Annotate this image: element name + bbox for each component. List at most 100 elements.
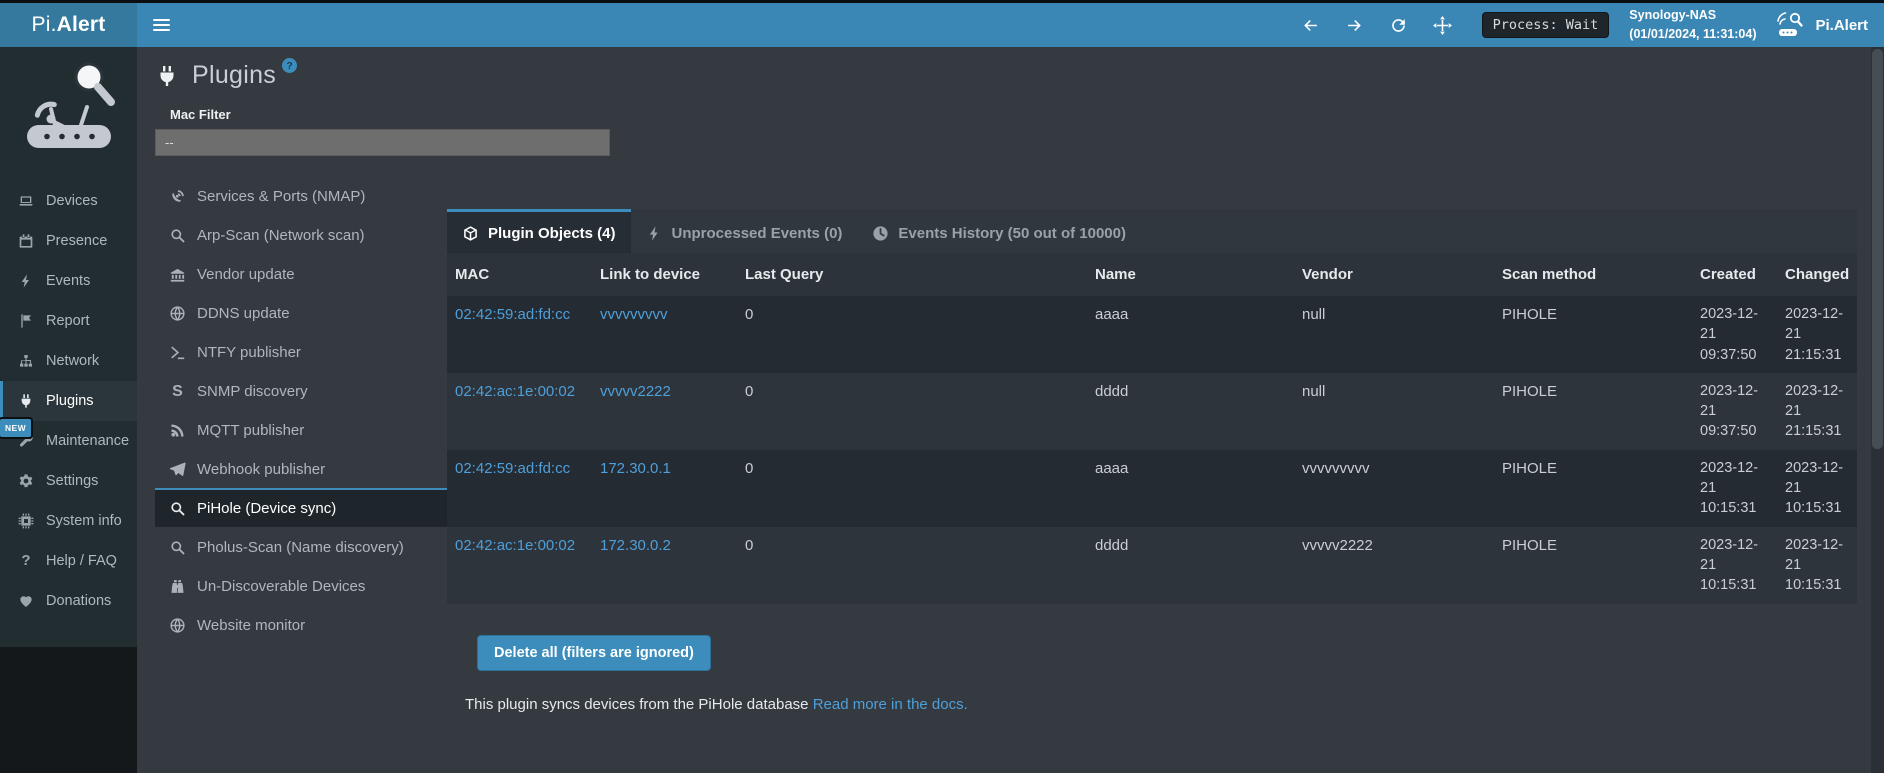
plugin-item-label: DDNS update — [197, 305, 290, 322]
plugin-item-services-ports[interactable]: Services & Ports (NMAP) — [155, 176, 447, 215]
hamburger-menu-icon[interactable] — [149, 12, 174, 38]
sidebar-item-label: Maintenance — [46, 433, 129, 449]
cell-scan-method: PIHOLE — [1494, 373, 1692, 450]
mac-filter-input[interactable] — [155, 129, 610, 156]
page-title: Plugins — [192, 61, 276, 90]
mac-link[interactable]: 02:42:ac:1e:00:02 — [455, 383, 575, 400]
delete-all-button[interactable]: Delete all (filters are ignored) — [477, 635, 711, 671]
heart-icon — [17, 593, 35, 609]
cell-name: aaaa — [1087, 450, 1294, 527]
mac-link[interactable]: 02:42:59:ad:fd:cc — [455, 460, 570, 477]
clock-icon — [872, 225, 889, 242]
sidebar-item-label: Report — [46, 313, 90, 329]
help-badge[interactable]: ? — [282, 58, 297, 73]
plugin-item-ntfy-publisher[interactable]: NTFY publisher — [155, 332, 447, 371]
sidebar-item-label: Devices — [46, 193, 98, 209]
plugin-item-snmp-discovery[interactable]: S SNMP discovery — [155, 371, 447, 410]
sidebar-item-report[interactable]: Report — [0, 301, 137, 341]
pialert-logo-icon — [1776, 12, 1806, 39]
device-link[interactable]: vvvvvvvvv — [600, 306, 668, 323]
plugin-item-label: PiHole (Device sync) — [197, 500, 336, 517]
sidebar-item-events[interactable]: Events — [0, 261, 137, 301]
main-layout: Devices Presence Events Report Network P… — [0, 47, 1884, 773]
topbar: Pi.Alert Process: Wait Synology-NAS (01/… — [0, 3, 1884, 47]
cube-icon — [462, 225, 479, 242]
rss-icon — [168, 422, 187, 439]
cell-created: 2023-12-21 10:15:31 — [1692, 450, 1777, 527]
sidebar-item-devices[interactable]: Devices — [0, 181, 137, 221]
cell-name: dddd — [1087, 373, 1294, 450]
plugin-item-pholus-scan[interactable]: Pholus-Scan (Name discovery) — [155, 527, 447, 566]
chip-icon — [17, 513, 35, 529]
plugin-item-mqtt-publisher[interactable]: MQTT publisher — [155, 410, 447, 449]
forward-arrow-icon[interactable] — [1345, 16, 1364, 35]
plugin-item-ddns-update[interactable]: DDNS update — [155, 293, 447, 332]
plugin-item-undiscoverable-devices[interactable]: Un-Discoverable Devices — [155, 566, 447, 605]
sidebar-item-label: Settings — [46, 473, 98, 489]
device-link[interactable]: 172.30.0.1 — [600, 460, 671, 477]
sidebar-item-plugins[interactable]: Plugins — [0, 381, 137, 421]
device-link[interactable]: vvvvv2222 — [600, 383, 671, 400]
send-icon — [168, 461, 187, 478]
scrollbar-thumb[interactable] — [1872, 49, 1883, 449]
sidebar-item-label: Network — [46, 353, 99, 369]
cell-changed: 2023-12-21 10:15:31 — [1777, 527, 1857, 604]
plugin-item-arp-scan[interactable]: Arp-Scan (Network scan) — [155, 215, 447, 254]
plugin-item-webhook-publisher[interactable]: Webhook publisher — [155, 449, 447, 488]
col-header-mac: MAC — [447, 253, 592, 296]
bank-icon — [168, 266, 187, 283]
plugin-item-website-monitor[interactable]: Website monitor — [155, 605, 447, 644]
page-header: Plugins ? — [155, 61, 1884, 90]
sidebar-item-label: System info — [46, 513, 122, 529]
plugin-item-pihole-device-sync[interactable]: PiHole (Device sync) — [155, 488, 447, 527]
vertical-scrollbar[interactable] — [1871, 47, 1884, 773]
bolt-icon — [646, 225, 663, 242]
search-icon — [168, 227, 187, 244]
sidebar-item-help-faq[interactable]: ? Help / FAQ — [0, 541, 137, 581]
tab-label: Plugin Objects (4) — [488, 225, 616, 242]
plugin-item-label: SNMP discovery — [197, 383, 308, 400]
sidebar-item-settings[interactable]: Settings — [0, 461, 137, 501]
mac-link[interactable]: 02:42:ac:1e:00:02 — [455, 537, 575, 554]
tab-unprocessed-events[interactable]: Unprocessed Events (0) — [631, 209, 858, 253]
plugin-list: Services & Ports (NMAP) Arp-Scan (Networ… — [155, 176, 447, 644]
terminal-icon — [168, 344, 187, 361]
tab-plugin-objects[interactable]: Plugin Objects (4) — [447, 209, 631, 253]
back-arrow-icon[interactable] — [1301, 16, 1320, 35]
brand-prefix: Pi. — [32, 13, 57, 37]
cell-vendor: vvvvv2222 — [1294, 527, 1494, 604]
laptop-icon — [17, 193, 35, 209]
plugin-item-label: Arp-Scan (Network scan) — [197, 227, 365, 244]
plugin-item-label: MQTT publisher — [197, 422, 304, 439]
mac-link[interactable]: 02:42:59:ad:fd:cc — [455, 306, 570, 323]
tab-label: Unprocessed Events (0) — [672, 225, 843, 242]
device-link[interactable]: 172.30.0.2 — [600, 537, 671, 554]
sidebar-item-network[interactable]: Network — [0, 341, 137, 381]
col-header-scan-method: Scan method — [1494, 253, 1692, 296]
globe-icon — [168, 305, 187, 322]
snmp-letter-icon: S — [168, 383, 187, 400]
process-status-badge: Process: Wait — [1482, 12, 1610, 38]
cell-mac: 02:42:59:ad:fd:cc — [447, 450, 592, 527]
plugin-item-label: Pholus-Scan (Name discovery) — [197, 539, 404, 556]
plugin-description-text: This plugin syncs devices from the PiHol… — [465, 696, 809, 713]
refresh-icon[interactable] — [1389, 16, 1408, 35]
cell-link-to-device: vvvvvvvvv — [592, 296, 737, 373]
content-columns: Services & Ports (NMAP) Arp-Scan (Networ… — [155, 176, 1884, 713]
new-feature-badge: NEW — [0, 419, 31, 437]
tab-events-history[interactable]: Events History (50 out of 10000) — [857, 209, 1141, 253]
plugin-item-vendor-update[interactable]: Vendor update — [155, 254, 447, 293]
plugin-item-label: NTFY publisher — [197, 344, 301, 361]
sidebar-item-system-info[interactable]: System info — [0, 501, 137, 541]
move-icon[interactable] — [1433, 16, 1452, 35]
sidebar-menu: Devices Presence Events Report Network P… — [0, 181, 137, 621]
satellite-dish-icon — [168, 188, 187, 205]
plugin-objects-table: MAC Link to device Last Query Name Vendo… — [447, 253, 1857, 604]
cell-vendor: null — [1294, 296, 1494, 373]
cell-link-to-device: 172.30.0.1 — [592, 450, 737, 527]
sidebar-item-donations[interactable]: Donations — [0, 581, 137, 621]
docs-link[interactable]: Read more in the docs. — [813, 696, 968, 713]
host-name: Synology-NAS — [1629, 6, 1756, 25]
sidebar-item-label: Plugins — [46, 393, 94, 409]
sidebar-item-presence[interactable]: Presence — [0, 221, 137, 261]
